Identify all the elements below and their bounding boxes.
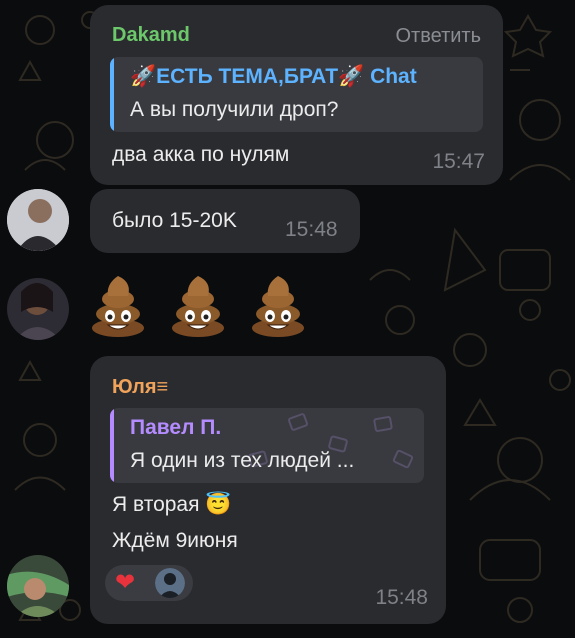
reply-quote[interactable]: Павел П. Я один из тех людей ... <box>110 408 424 483</box>
message-time: 15:48 <box>375 586 428 609</box>
message-time: 15:47 <box>432 150 485 173</box>
message-text-line: Я вторая 😇 <box>112 493 232 516</box>
heart-icon: ❤ <box>115 569 136 596</box>
quote-accent-bar <box>110 57 114 132</box>
reply-quote[interactable]: 🚀ЕСТЬ ТЕМА,БРАТ🚀 Chat А вы получили дроп… <box>110 57 483 132</box>
quote-text: А вы получили дроп? <box>130 98 339 121</box>
avatar-image <box>7 278 69 340</box>
message-text-line: Ждём 9июня <box>112 529 238 552</box>
message-bubble-yulia[interactable]: Юля≡ Павел П. Я один из тех людей ... Я … <box>90 356 446 624</box>
reply-button[interactable]: Ответить <box>396 25 482 48</box>
message-bubble-dakamd[interactable]: Dakamd Ответить 🚀ЕСТЬ ТЕМА,БРАТ🚀 Chat А … <box>90 5 503 185</box>
quote-text: Я один из тех людей ... <box>130 449 355 472</box>
reaction-chip[interactable]: ❤ <box>105 565 193 601</box>
quote-author: 🚀ЕСТЬ ТЕМА,БРАТ🚀 Chat <box>130 65 417 88</box>
poop-emoji[interactable] <box>250 272 306 338</box>
avatar[interactable] <box>7 278 69 340</box>
message-text: два акка по нулям <box>112 143 290 166</box>
avatar[interactable] <box>7 555 69 617</box>
message-text: было 15-20K <box>112 209 237 232</box>
poop-emoji[interactable] <box>90 272 146 338</box>
message-bubble[interactable]: было 15-20K 15:48 <box>90 189 360 253</box>
avatar-image <box>7 555 69 617</box>
message-time: 15:48 <box>285 218 338 241</box>
sender-name[interactable]: Dakamd <box>112 24 190 47</box>
avatar[interactable] <box>7 189 69 251</box>
quote-author: Павел П. <box>130 416 222 439</box>
sender-name[interactable]: Юля≡ <box>112 376 168 399</box>
avatar-image <box>7 189 69 251</box>
reactor-avatar <box>155 568 185 598</box>
poop-emoji[interactable] <box>170 272 226 338</box>
